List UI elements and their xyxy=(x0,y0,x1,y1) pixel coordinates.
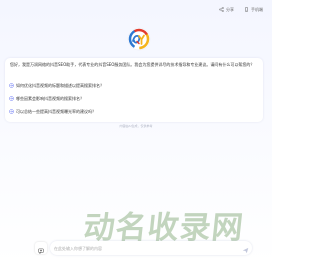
qy-logo xyxy=(127,27,151,51)
message-input-box xyxy=(50,241,252,255)
header-actions: 分享 手机端 xyxy=(219,7,263,13)
suggestion-label: 可以总结一些提高抖音视频曝光率的建议吗？ xyxy=(16,108,96,114)
share-button[interactable]: 分享 xyxy=(219,7,234,13)
suggestion-item[interactable]: 哪些因素会影响抖音视频的搜索排名？ xyxy=(9,95,249,102)
chat-app: 分享 手机端 您好，我是万润网络的抖音SEO助手，代表专业的抖音SEO服务团队。… xyxy=(0,0,272,264)
share-label: 分享 xyxy=(226,7,234,12)
suggestion-label: 哪些因素会影响抖音视频的搜索排名？ xyxy=(16,95,84,101)
mobile-button[interactable]: 手机端 xyxy=(244,7,263,13)
send-icon xyxy=(242,239,249,258)
greeting-card: 您好，我是万润网络的抖音SEO助手，代表专业的抖音SEO服务团队。我会为您提供详… xyxy=(5,58,263,122)
share-icon xyxy=(219,7,224,13)
chat-input-bar xyxy=(35,241,252,255)
message-input[interactable] xyxy=(54,245,234,251)
new-chat-button[interactable] xyxy=(35,242,47,254)
suggestion-item[interactable]: 如何优化抖音视频的标题和描述以提高搜索排名？ xyxy=(9,82,249,89)
chat-icon xyxy=(38,239,44,258)
ai-disclaimer: 内容由AI生成，仅供参考 xyxy=(119,124,153,128)
arrow-icon xyxy=(9,109,14,114)
suggestion-list: 如何优化抖音视频的标题和描述以提高搜索排名？ 哪些因素会影响抖音视频的搜索排名？… xyxy=(9,82,249,121)
mobile-label: 手机端 xyxy=(251,7,263,12)
arrow-icon xyxy=(9,96,14,101)
suggestion-label: 如何优化抖音视频的标题和描述以提高搜索排名？ xyxy=(16,82,104,88)
suggestion-item[interactable]: 可以总结一些提高抖音视频曝光率的建议吗？ xyxy=(9,108,249,115)
arrow-icon xyxy=(9,83,14,88)
greeting-text: 您好，我是万润网络的抖音SEO助手，代表专业的抖音SEO服务团队。我会为您提供详… xyxy=(10,62,255,67)
mobile-icon xyxy=(244,7,249,13)
send-button[interactable] xyxy=(241,244,249,253)
